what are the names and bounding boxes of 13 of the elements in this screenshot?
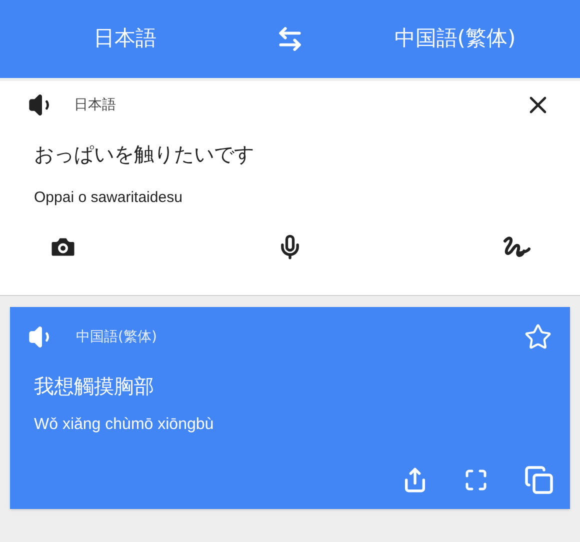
language-label: 中国語(繁体) — [76, 328, 157, 346]
swap-icon[interactable] — [276, 25, 304, 53]
source-language-button[interactable]: 日本語 — [0, 23, 250, 55]
romanization-text: Wǒ xiǎng chùmō xiōngbù — [33, 415, 215, 435]
fullscreen-icon[interactable] — [464, 468, 488, 492]
language-label: 日本語 — [74, 96, 116, 114]
copy-icon[interactable] — [524, 465, 554, 495]
target-language-button[interactable]: 中国語(繁体) — [330, 23, 580, 55]
romanization-text: Oppai o sawaritaidesu — [33, 188, 184, 208]
share-icon[interactable] — [402, 467, 428, 493]
input-text: おっぱいを触りたいです — [33, 141, 255, 168]
star-icon[interactable] — [524, 323, 552, 351]
translated-text: 我想觸摸胸部 — [33, 373, 155, 400]
